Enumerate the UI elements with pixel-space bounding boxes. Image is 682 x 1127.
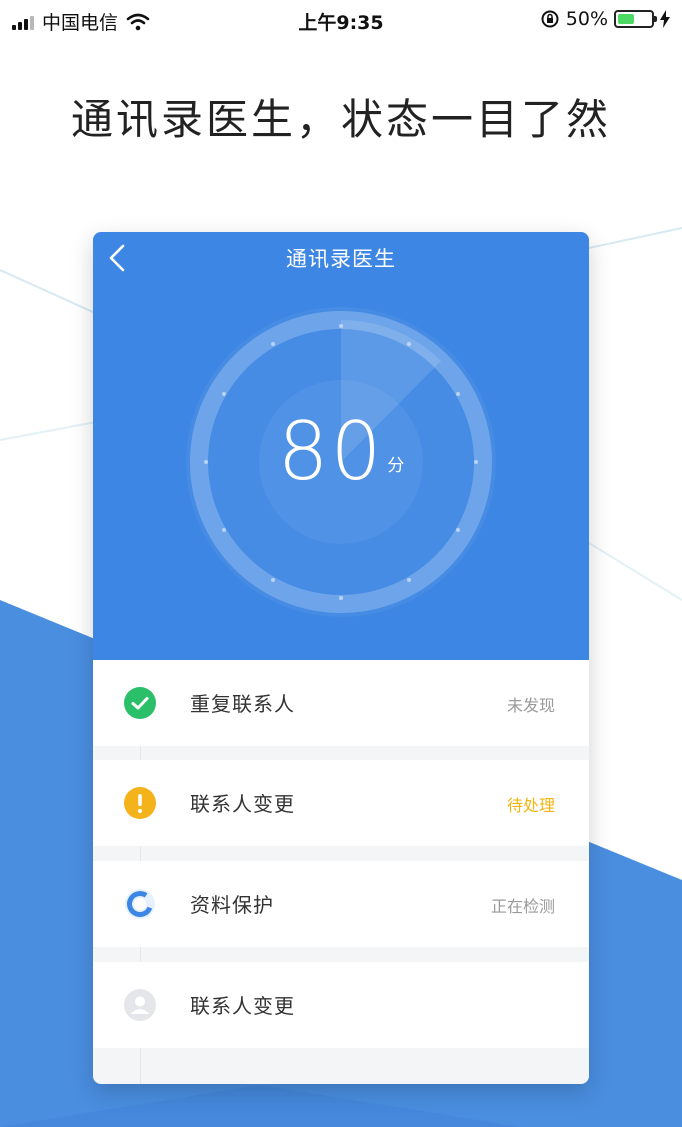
- score-unit: 分: [387, 456, 405, 476]
- check-circle-icon: [124, 687, 156, 719]
- list-item-status: 正在检测: [490, 897, 555, 916]
- charging-bolt-icon: [660, 10, 670, 28]
- list-item-duplicate-contacts[interactable]: 重复联系人 未发现: [93, 660, 589, 746]
- scanning-ring-icon: [125, 889, 155, 919]
- promo-headline: 通讯录医生，状态一目了然: [70, 95, 611, 144]
- list-item-label: 重复联系人: [190, 692, 295, 716]
- list-item-contact-changes[interactable]: 联系人变更 待处理: [93, 760, 589, 846]
- list-item-contact-changes-2[interactable]: 联系人变更: [93, 962, 589, 1048]
- battery-percent: 50%: [565, 8, 608, 30]
- list-item-status: 未发现: [506, 696, 555, 715]
- score-value: 80: [277, 405, 384, 498]
- app-preview-card: 通讯录医生 80分 重复联系人 未发现 联系人变更 待处理 资料保护 正在检测: [93, 232, 589, 1084]
- list-item-data-protection[interactable]: 资料保护 正在检测: [93, 861, 589, 947]
- list-item-label: 资料保护: [190, 893, 274, 917]
- list-item-status: 待处理: [506, 796, 555, 815]
- list-item-label: 联系人变更: [190, 994, 295, 1018]
- score-header: 通讯录医生 80 分: [93, 232, 589, 660]
- status-bar: 中国电信 上午9:35 50%: [0, 0, 682, 38]
- status-bar-right: 50%: [540, 8, 670, 30]
- warning-circle-icon: [124, 787, 156, 819]
- score-display: 80 分: [93, 412, 589, 492]
- orientation-lock-icon: [541, 10, 559, 28]
- user-avatar-icon: [124, 989, 156, 1021]
- nav-title: 通讯录医生: [286, 247, 396, 271]
- list-item-label: 联系人变更: [190, 792, 295, 816]
- battery-icon: [614, 10, 657, 28]
